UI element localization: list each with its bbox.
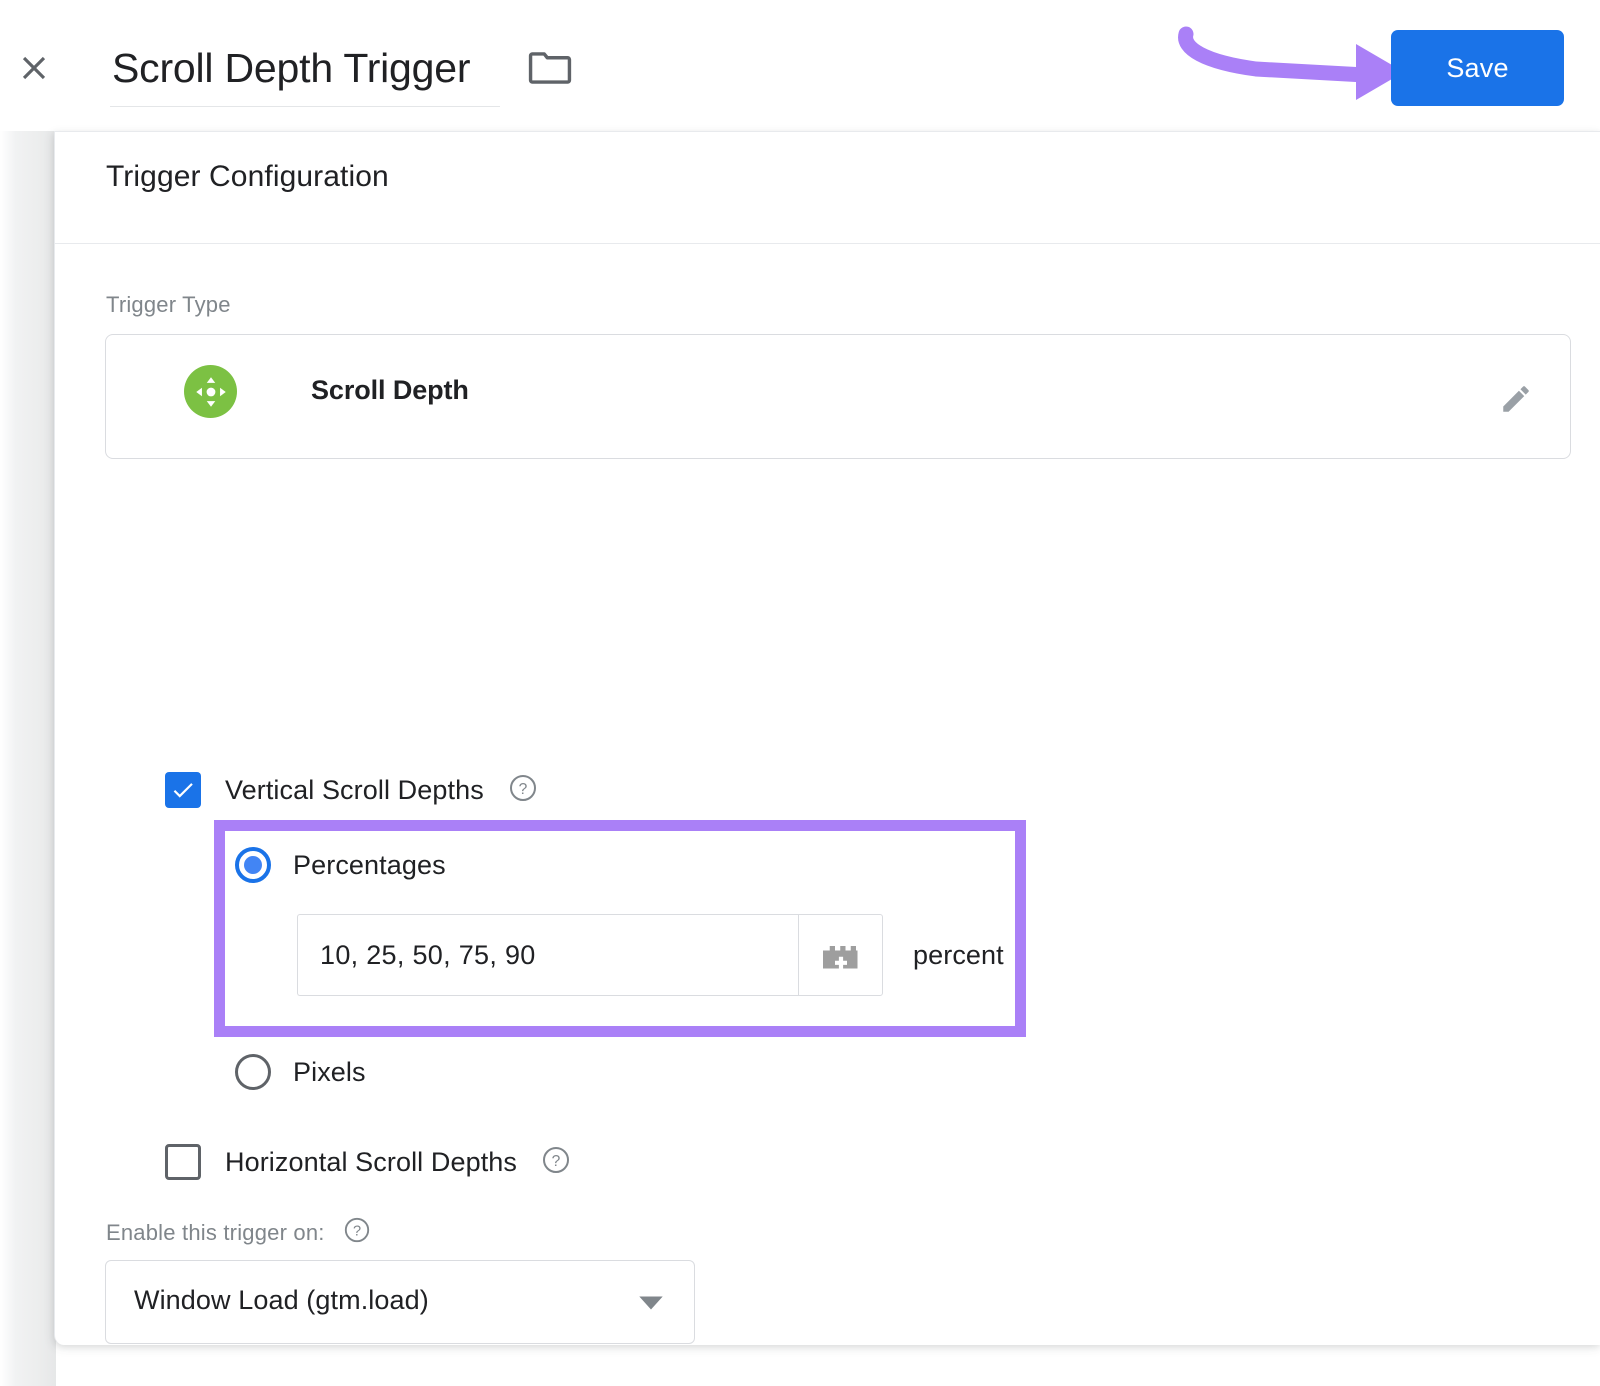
horizontal-scroll-depths-label: Horizontal Scroll Depths (225, 1147, 517, 1178)
percentages-input[interactable] (297, 914, 798, 996)
percentages-input-row: percent (297, 914, 1004, 996)
pixels-radio[interactable] (235, 1054, 271, 1090)
page-title: Trigger Configuration (106, 160, 389, 194)
percentages-group[interactable]: Percentages (235, 847, 446, 883)
enable-trigger-on-label: Enable this trigger on: (106, 1220, 325, 1246)
section-header: Trigger Configuration (55, 132, 1600, 244)
move-arrows-icon (184, 365, 237, 418)
horizontal-scroll-depths-checkbox[interactable] (165, 1144, 201, 1180)
percent-suffix-label: percent (913, 940, 1004, 971)
percentages-radio[interactable] (235, 847, 271, 883)
svg-text:?: ? (518, 780, 527, 797)
vertical-scroll-depths-checkbox[interactable] (165, 772, 201, 808)
svg-text:?: ? (353, 1223, 361, 1239)
pixels-group[interactable]: Pixels (235, 1054, 366, 1090)
trigger-type-name: Scroll Depth (311, 375, 469, 406)
trigger-editor-card: Trigger Configuration Trigger Type Scrol… (54, 131, 1600, 1345)
close-icon[interactable] (10, 44, 58, 92)
vertical-scroll-depths-label: Vertical Scroll Depths (225, 775, 484, 806)
help-icon-horizontal[interactable]: ? (541, 1145, 571, 1180)
trigger-type-label: Trigger Type (106, 292, 231, 318)
chevron-down-icon (638, 1295, 664, 1316)
percentages-label: Percentages (293, 850, 446, 881)
svg-text:?: ? (552, 1152, 561, 1169)
pixels-label: Pixels (293, 1057, 366, 1088)
trigger-type-box[interactable]: Scroll Depth (105, 334, 1571, 459)
vertical-scroll-depths-row[interactable]: Vertical Scroll Depths ? (165, 772, 538, 808)
help-icon-vertical[interactable]: ? (508, 773, 538, 808)
help-icon-enable-on[interactable]: ? (343, 1216, 371, 1249)
editor-top-bar: Save (0, 0, 1600, 131)
folder-icon[interactable] (528, 50, 572, 91)
app-root: Save Trigger Configuration Trigger Type (0, 0, 1600, 1386)
enable-trigger-on-select[interactable]: Window Load (gtm.load) (105, 1260, 695, 1344)
save-button[interactable]: Save (1391, 30, 1564, 106)
enable-trigger-on-value: Window Load (gtm.load) (134, 1285, 429, 1316)
panel-backdrop (0, 131, 56, 1386)
trigger-name-input[interactable] (110, 40, 500, 107)
edit-pencil-icon[interactable] (1494, 377, 1538, 421)
enable-trigger-on-row: Enable this trigger on: ? (106, 1216, 371, 1249)
annotation-arrow (1160, 18, 1410, 118)
title-area (110, 40, 572, 107)
add-variable-icon[interactable] (798, 914, 883, 996)
horizontal-scroll-depths-row[interactable]: Horizontal Scroll Depths ? (165, 1144, 571, 1180)
